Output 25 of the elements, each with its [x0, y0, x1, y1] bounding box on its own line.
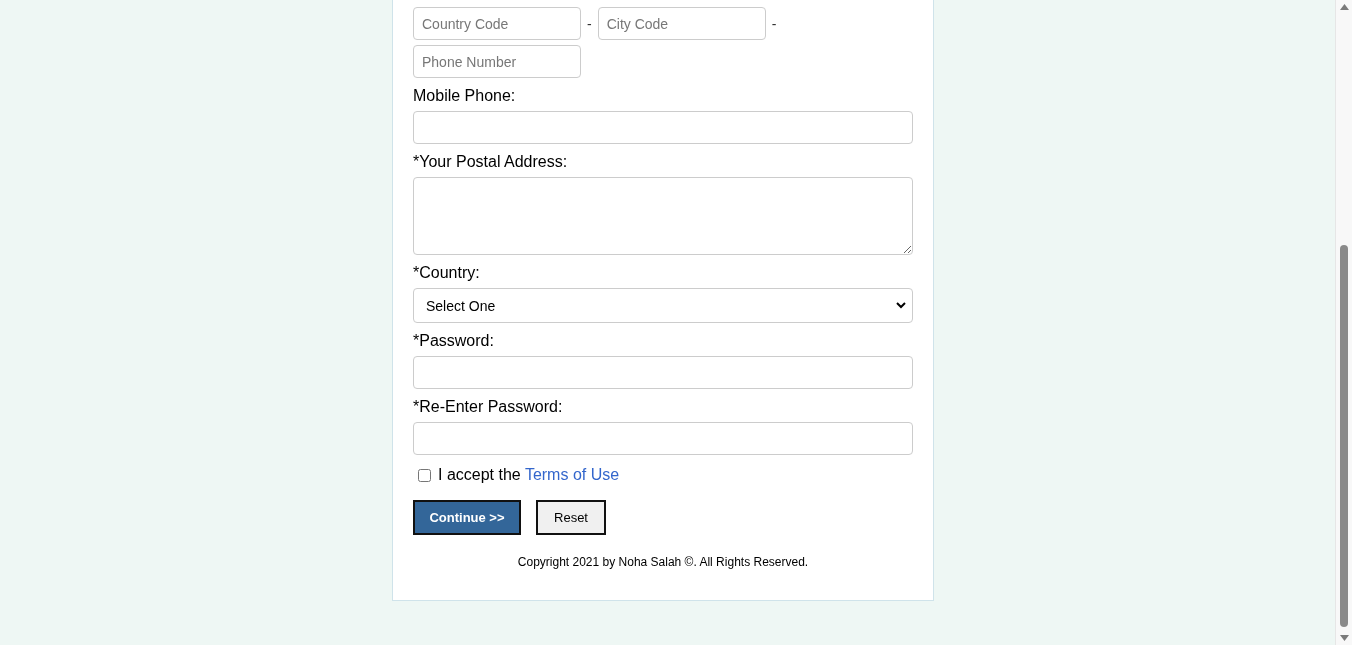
reset-button[interactable]: Reset — [536, 500, 606, 535]
chevron-down-icon — [896, 302, 906, 309]
dropdown-select[interactable]: Select One — [413, 288, 913, 323]
field-label: *Your Postal Address: — [413, 153, 568, 171]
password-field[interactable] — [413, 422, 913, 455]
down-arrow-icon[interactable] — [1339, 635, 1349, 641]
text-field[interactable] — [413, 111, 913, 144]
field-label: *Country: — [413, 264, 480, 282]
city-code-field[interactable]: City Code — [597, 7, 766, 40]
phone-number-field[interactable]: Phone Number — [413, 45, 581, 78]
field-label: *Re-Enter Password: — [413, 398, 563, 416]
up-arrow-icon[interactable] — [1339, 4, 1349, 10]
field-label: Mobile Phone: — [413, 87, 516, 105]
field-label: *Password: — [413, 332, 494, 350]
terms-checkbox[interactable] — [418, 468, 431, 482]
separator-text: - — [587, 15, 592, 32]
scrollbar-thumb[interactable] — [1340, 245, 1348, 627]
password-field[interactable] — [413, 356, 913, 389]
country-code-field[interactable]: Country Code — [413, 7, 581, 40]
separator-text: - — [771, 15, 777, 32]
continue-button[interactable]: Continue >> — [413, 500, 521, 535]
copyright-text: Copyright 2021 by Noha Salah ©. All Rights Reserved. — [517, 555, 809, 569]
text-area[interactable] — [413, 177, 913, 255]
terms-link[interactable]: Terms of Use — [524, 466, 620, 483]
terms-text: I accept the Terms of Use — [438, 466, 620, 484]
